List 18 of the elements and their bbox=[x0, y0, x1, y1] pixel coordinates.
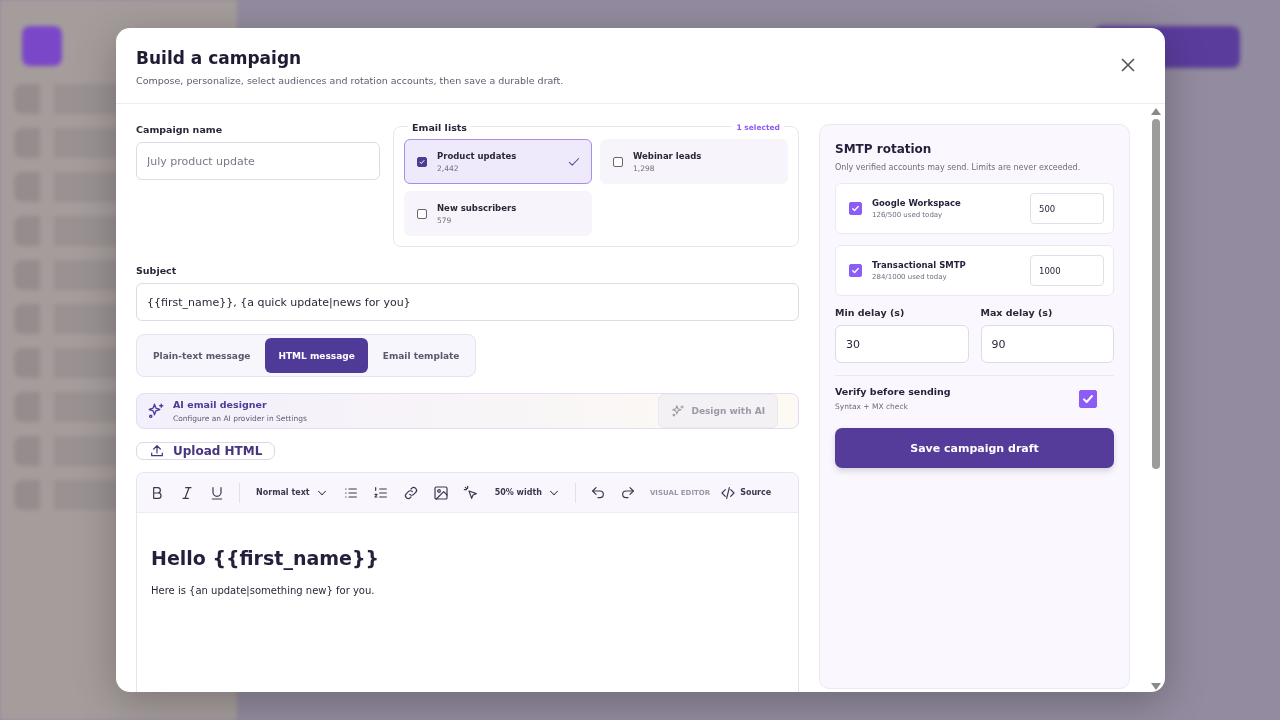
list-name: Product updates bbox=[437, 150, 518, 161]
field-label: Campaign name bbox=[136, 124, 224, 135]
list-name: New subscribers bbox=[437, 202, 518, 213]
list-name: Webinar leads bbox=[633, 150, 703, 161]
email-heading: Hello {{first_name}} bbox=[151, 547, 380, 569]
account-name: Google Workspace bbox=[872, 198, 962, 208]
field-label: Subject bbox=[136, 265, 178, 276]
dialog-subtitle: Compose, personalize, select audiences and rotation accounts, then save a durable draft. bbox=[136, 75, 564, 86]
account-name: Transactional SMTP bbox=[872, 260, 967, 270]
field-label: Min delay (s) bbox=[835, 307, 906, 318]
field-label: Max delay (s) bbox=[980, 307, 1054, 318]
panel-title: SMTP rotation bbox=[835, 142, 933, 156]
email-paragraph: Here is {an update|something new} for you. bbox=[151, 585, 376, 596]
option-label: Verify before sending bbox=[835, 386, 951, 397]
dialog-title: Build a campaign bbox=[136, 48, 303, 68]
ai-designer-title: AI email designer bbox=[173, 399, 268, 410]
panel-hint: Only verified accounts may send. Limits are never exceeded. bbox=[835, 163, 1082, 172]
field-label: Email lists bbox=[408, 121, 471, 133]
